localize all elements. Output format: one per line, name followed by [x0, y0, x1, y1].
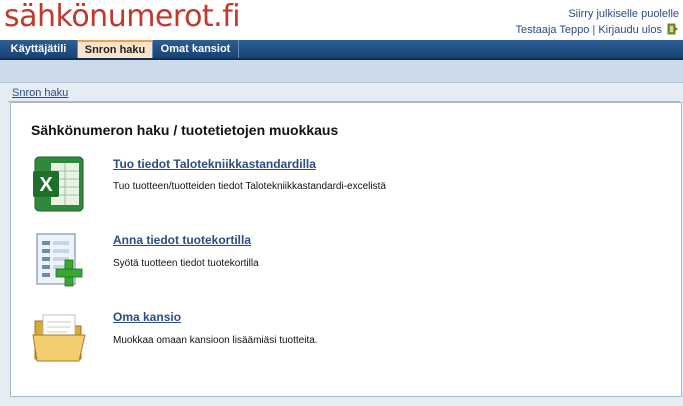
public-site-link[interactable]: Siirry julkiselle puolelle: [568, 8, 679, 20]
own-folder-desc: Muokkaa omaan kansioon lisäämiäsi tuotte…: [113, 335, 318, 346]
product-card-add-icon: [36, 233, 83, 287]
logout-link[interactable]: Kirjaudu ulos: [598, 24, 662, 36]
tab-snron-haku[interactable]: Snron haku: [78, 40, 153, 58]
top-links: Siirry julkiselle puolelle Testaaja Tepp…: [516, 6, 679, 38]
excel-icon: X: [33, 156, 84, 212]
header: sähkönumerot.fi Siirry julkiselle puolel…: [0, 0, 683, 40]
tab-kayttajatili[interactable]: Käyttäjätili: [0, 40, 78, 58]
breadcrumb[interactable]: Snron haku: [12, 87, 68, 99]
separator: |: [592, 24, 596, 36]
import-standard-desc: Tuo tuotteen/tuotteiden tiedot Talotekni…: [113, 181, 386, 192]
main-navigation: Käyttäjätili Snron haku Omat kansiot: [0, 40, 683, 60]
tab-omat-kansiot[interactable]: Omat kansiot: [153, 40, 239, 58]
folder-icon: [32, 314, 86, 362]
page-title: Sähkönumeron haku / tuotetietojen muokka…: [31, 122, 339, 138]
product-card-desc: Syötä tuotteen tiedot tuotekortilla: [113, 258, 259, 269]
subheader-band: [0, 60, 683, 83]
content-area: Snron haku Sähkönumeron haku / tuotetiet…: [0, 83, 683, 406]
exit-icon[interactable]: [667, 23, 679, 35]
site-logo[interactable]: sähkönumerot.fi: [4, 0, 241, 34]
import-standard-link[interactable]: Tuo tiedot Talotekniikkastandardilla: [113, 157, 316, 171]
main-panel: Sähkönumeron haku / tuotetietojen muokka…: [10, 102, 682, 397]
product-card-link[interactable]: Anna tiedot tuotekortilla: [113, 233, 251, 247]
user-name-link[interactable]: Testaaja Teppo: [516, 24, 590, 36]
own-folder-link[interactable]: Oma kansio: [113, 310, 181, 324]
svg-text:X: X: [39, 174, 53, 196]
